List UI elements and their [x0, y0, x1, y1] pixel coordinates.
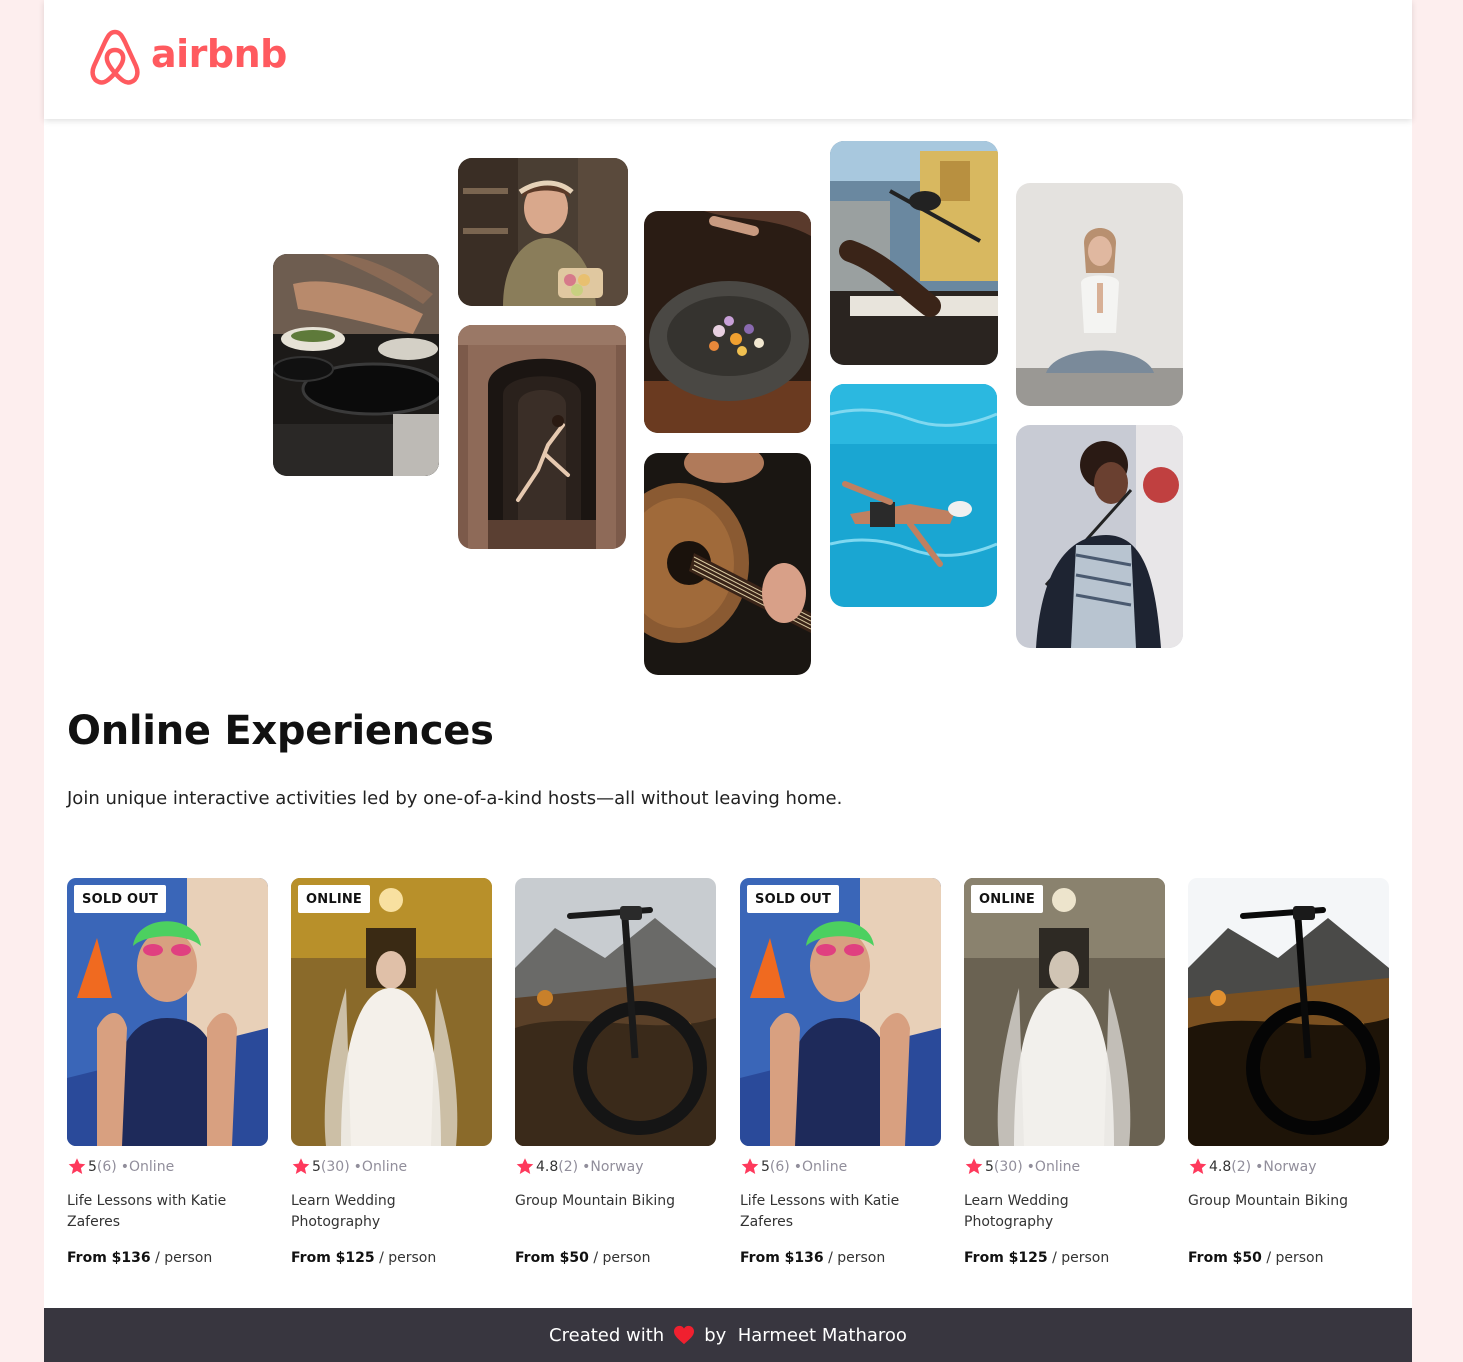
price-from: From $50 — [1188, 1250, 1262, 1266]
experience-card[interactable]: SOLD OUT 5 (6) •Online Life Lessons with … — [740, 878, 941, 1266]
status-badge: SOLD OUT — [747, 885, 840, 913]
experience-card-image[interactable]: ONLINE — [964, 878, 1165, 1146]
footer-credit: by Harmeet Matharoo — [704, 1324, 907, 1346]
experience-price: From $50 / person — [515, 1250, 651, 1266]
review-count: (30) — [320, 1158, 350, 1175]
location-label: •Online — [1026, 1158, 1081, 1175]
card-stats: 4.8 (2) •Norway — [1188, 1157, 1316, 1176]
experience-title[interactable]: Learn Wedding Photography — [964, 1191, 1154, 1233]
price-from: From $136 — [67, 1250, 151, 1266]
review-count: (30) — [993, 1158, 1023, 1175]
experience-title[interactable]: Learn Wedding Photography — [291, 1191, 481, 1233]
hero-tile-guitar — [644, 453, 811, 675]
price-from: From $50 — [515, 1250, 589, 1266]
price-unit: / person — [374, 1250, 437, 1266]
bike-bright-photo — [1188, 878, 1389, 1146]
rating-value: 5 — [985, 1158, 994, 1175]
star-icon — [516, 1158, 534, 1175]
experience-card[interactable]: SOLD OUT 5 (6) •Online Life Lessons with … — [67, 878, 268, 1266]
price-unit: / person — [823, 1250, 886, 1266]
location-label: •Norway — [1255, 1158, 1317, 1175]
hero-tile-yoga — [1016, 183, 1183, 406]
location-label: •Online — [120, 1158, 175, 1175]
experience-card-image[interactable]: SOLD OUT — [67, 878, 268, 1146]
rating-value: 5 — [312, 1158, 321, 1175]
page: airbnb Online Experiences Join unique in… — [44, 0, 1412, 1362]
review-count: (2) — [1231, 1158, 1252, 1175]
experience-card[interactable]: 4.8 (2) •Norway Group Mountain Biking From… — [1188, 878, 1389, 1266]
hero-photo-grid — [44, 119, 1412, 689]
experience-card[interactable]: 4.8 (2) •Norway Group Mountain Biking From… — [515, 878, 716, 1266]
athlete-photo — [67, 878, 268, 1146]
bride-photo — [291, 878, 492, 1146]
status-badge: SOLD OUT — [74, 885, 167, 913]
rating-value: 5 — [88, 1158, 97, 1175]
bike-photo — [515, 878, 716, 1146]
bride-muted-photo — [964, 878, 1165, 1146]
airbnb-logo[interactable]: airbnb — [88, 28, 287, 86]
experience-card[interactable]: ONLINE 5 (30) •Online Learn Wedding Photo… — [291, 878, 492, 1266]
experience-card-list: SOLD OUT 5 (6) •Online Life Lessons with … — [67, 878, 1397, 1278]
navbar: airbnb — [44, 0, 1412, 119]
star-icon — [292, 1158, 310, 1175]
review-count: (6) — [96, 1158, 117, 1175]
hero-tile-swimmer — [830, 384, 997, 607]
card-stats: 5 (6) •Online — [740, 1157, 847, 1176]
heart-icon — [674, 1325, 695, 1345]
experience-card[interactable]: ONLINE 5 (30) •Online Learn Wedding Photo… — [964, 878, 1165, 1266]
page-title: Online Experiences — [67, 708, 494, 754]
rating-value: 4.8 — [1209, 1158, 1232, 1175]
price-unit: / person — [150, 1250, 213, 1266]
location-label: •Online — [793, 1158, 848, 1175]
experience-price: From $125 / person — [964, 1250, 1109, 1266]
card-stats: 5 (30) •Online — [964, 1157, 1080, 1176]
price-from: From $125 — [964, 1250, 1048, 1266]
experience-price: From $136 / person — [740, 1250, 885, 1266]
location-label: •Online — [353, 1158, 408, 1175]
hero-tile-macarons — [458, 158, 628, 306]
hero-tile-food-bowl — [644, 211, 811, 433]
hero-tile-cooking — [273, 254, 439, 476]
experience-price: From $50 / person — [1188, 1250, 1324, 1266]
footer-prefix: Created with — [549, 1324, 665, 1346]
card-stats: 5 (30) •Online — [291, 1157, 407, 1176]
experience-card-image[interactable]: SOLD OUT — [740, 878, 941, 1146]
hero-tile-singer — [1016, 425, 1183, 648]
hero-tile-piano — [830, 141, 998, 365]
experience-card-image[interactable]: ONLINE — [291, 878, 492, 1146]
experience-card-image[interactable] — [515, 878, 716, 1146]
footer: Created with by Harmeet Matharoo — [44, 1308, 1412, 1362]
star-icon — [1189, 1158, 1207, 1175]
card-stats: 4.8 (2) •Norway — [515, 1157, 643, 1176]
star-icon — [965, 1158, 983, 1175]
star-icon — [68, 1158, 86, 1175]
location-label: •Norway — [582, 1158, 644, 1175]
experience-title[interactable]: Group Mountain Biking — [515, 1191, 705, 1212]
experience-title[interactable]: Group Mountain Biking — [1188, 1191, 1378, 1212]
status-badge: ONLINE — [298, 885, 371, 913]
brand-name: airbnb — [151, 32, 287, 76]
review-count: (2) — [558, 1158, 579, 1175]
price-unit: / person — [1261, 1250, 1324, 1266]
review-count: (6) — [769, 1158, 790, 1175]
page-subtitle: Join unique interactive activities led b… — [67, 788, 843, 809]
experience-card-image[interactable] — [1188, 878, 1389, 1146]
price-unit: / person — [588, 1250, 651, 1266]
rating-value: 5 — [761, 1158, 770, 1175]
experience-title[interactable]: Life Lessons with Katie Zaferes — [67, 1191, 257, 1233]
price-from: From $136 — [740, 1250, 824, 1266]
athlete-photo — [740, 878, 941, 1146]
price-from: From $125 — [291, 1250, 375, 1266]
price-unit: / person — [1047, 1250, 1110, 1266]
rating-value: 4.8 — [536, 1158, 559, 1175]
experience-title[interactable]: Life Lessons with Katie Zaferes — [740, 1191, 930, 1233]
status-badge: ONLINE — [971, 885, 1044, 913]
experience-price: From $125 / person — [291, 1250, 436, 1266]
experience-price: From $136 / person — [67, 1250, 212, 1266]
star-icon — [741, 1158, 759, 1175]
airbnb-belo-icon — [90, 29, 140, 85]
hero-tile-dancer — [458, 325, 626, 549]
card-stats: 5 (6) •Online — [67, 1157, 174, 1176]
